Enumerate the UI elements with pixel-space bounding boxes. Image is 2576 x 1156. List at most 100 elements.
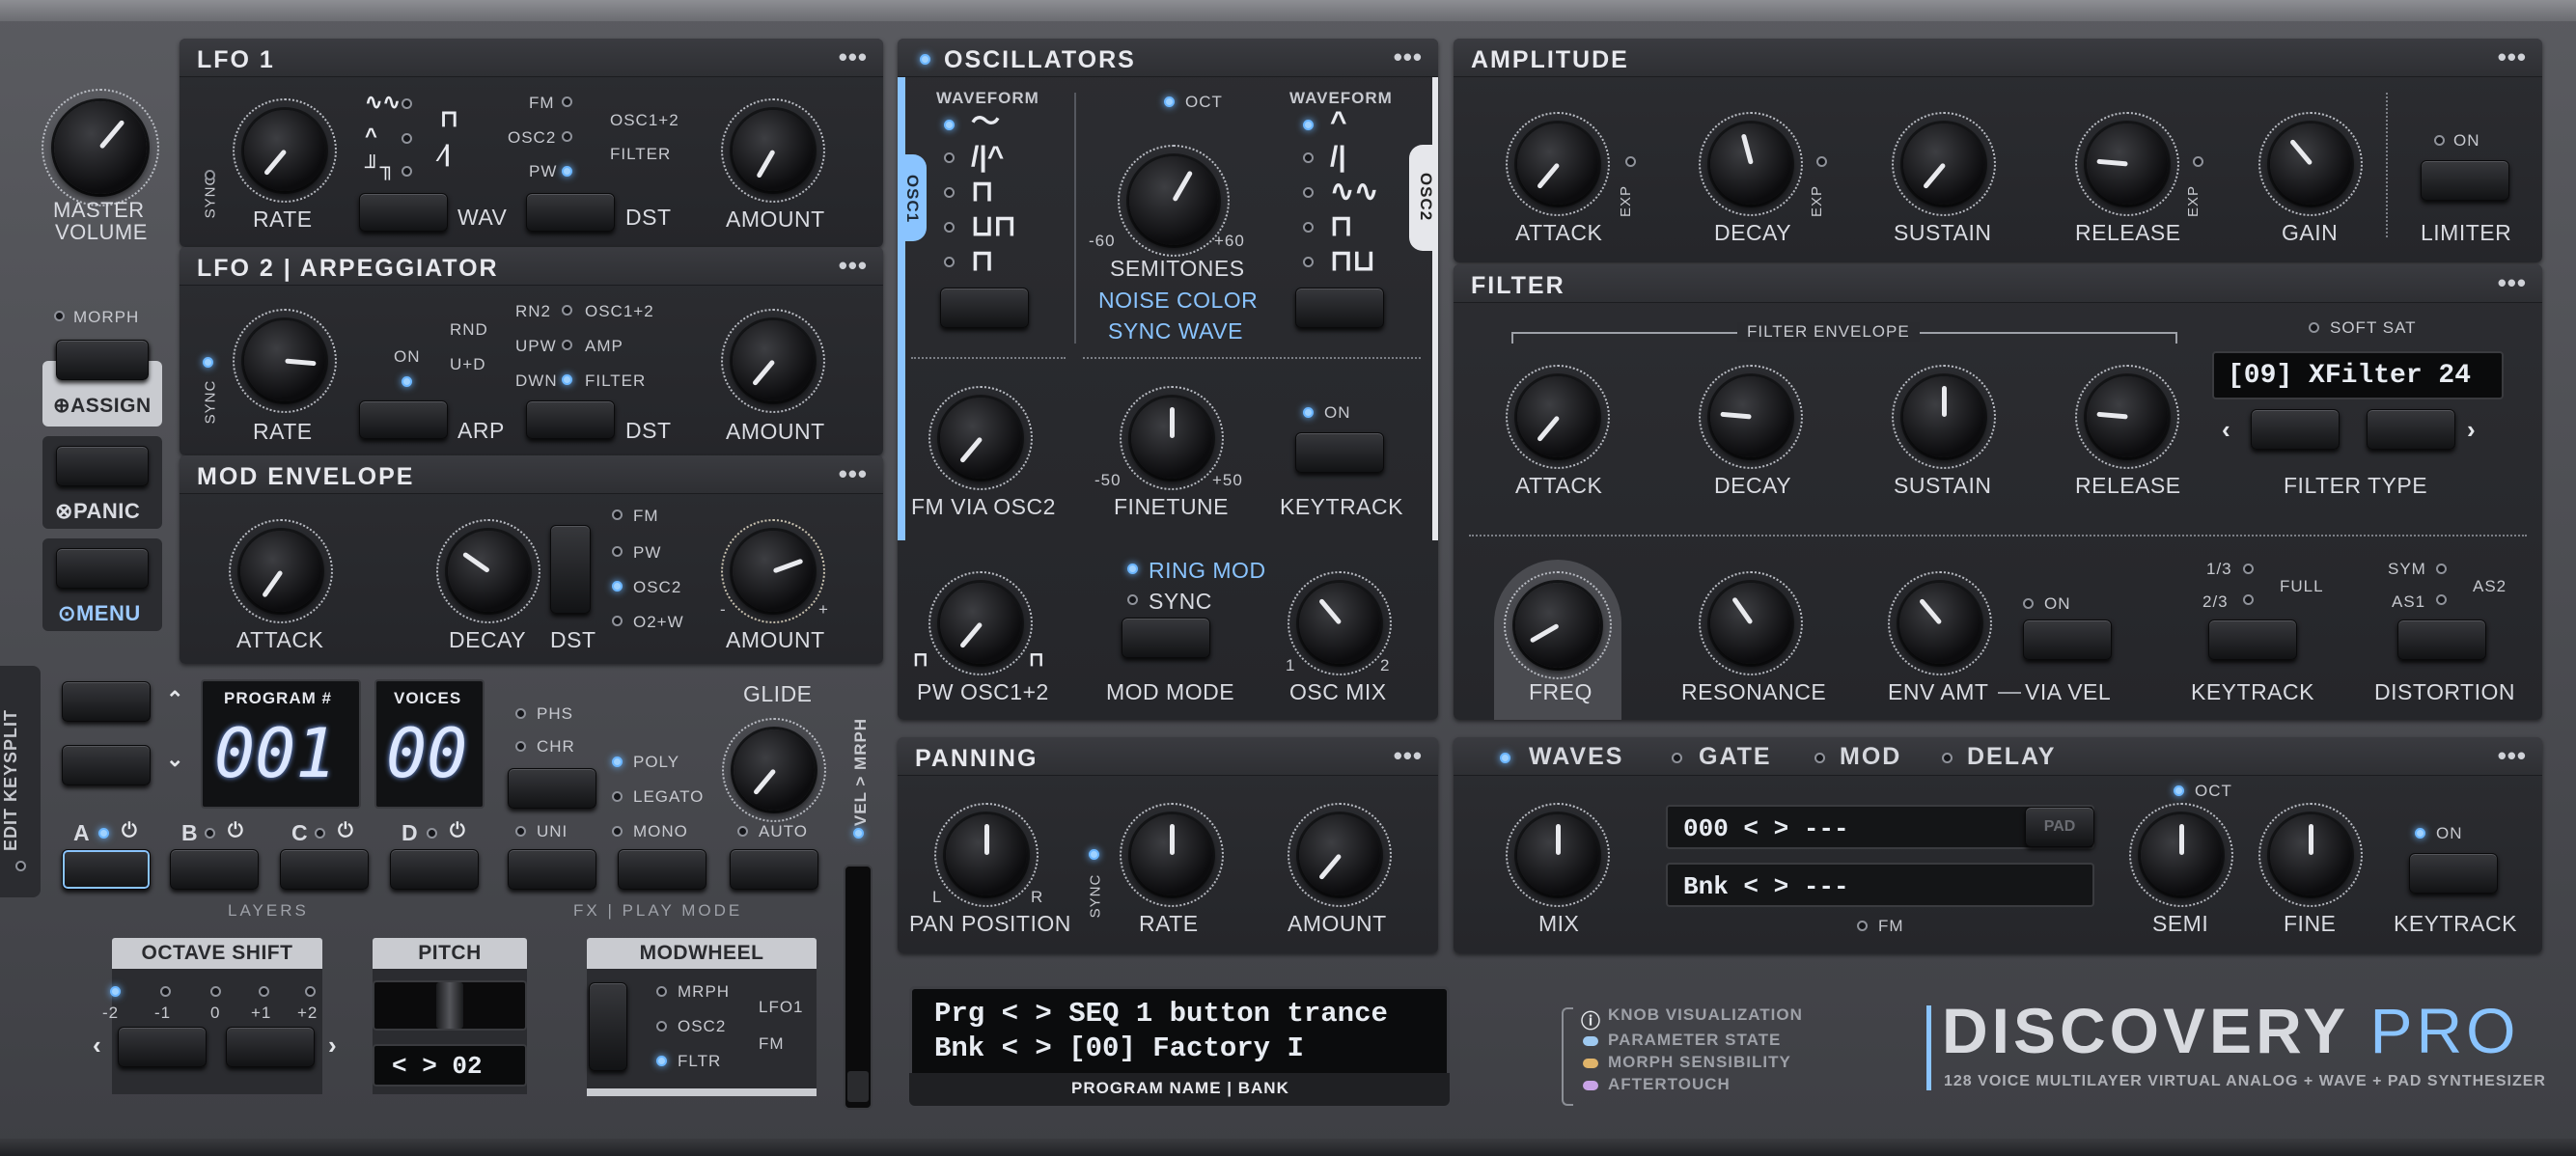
octave-up-button[interactable] bbox=[226, 1027, 315, 1067]
limiter-button[interactable] bbox=[2421, 160, 2509, 201]
assign-label[interactable]: ⊕ASSIGN bbox=[53, 394, 152, 418]
octave-down-button[interactable] bbox=[118, 1027, 207, 1067]
layer-d-power-icon[interactable]: ⏻ bbox=[450, 820, 465, 842]
glide-knob[interactable] bbox=[734, 729, 815, 811]
amplitude-menu-icon[interactable]: ••• bbox=[2498, 42, 2527, 72]
filter-prev-button[interactable] bbox=[2251, 409, 2340, 450]
layer-a-power-icon[interactable]: ⏻ bbox=[122, 820, 137, 842]
octave-down-icon[interactable]: ‹ bbox=[93, 1031, 101, 1060]
layer-b-power-icon[interactable]: ⏻ bbox=[228, 820, 243, 842]
lfo2-menu-icon[interactable]: ••• bbox=[839, 251, 868, 281]
play-mode-button[interactable] bbox=[618, 849, 706, 890]
waves-mix-knob[interactable] bbox=[1517, 814, 1598, 895]
osc-menu-icon[interactable]: ••• bbox=[1394, 42, 1423, 72]
program-up-icon[interactable]: ⌃ bbox=[166, 687, 183, 712]
modenv-amount-knob[interactable] bbox=[733, 531, 814, 612]
semi-knob[interactable] bbox=[2141, 814, 2222, 895]
modwheel-wheel[interactable] bbox=[589, 982, 627, 1071]
program-name-line[interactable]: Prg < > SEQ 1 button trance bbox=[934, 998, 1388, 1030]
fine-knob[interactable] bbox=[2270, 814, 2351, 895]
fenv-decay-knob[interactable] bbox=[1710, 376, 1791, 457]
layer-b-button[interactable] bbox=[170, 849, 259, 890]
modenv-attack-knob[interactable] bbox=[240, 531, 321, 612]
assign-button[interactable] bbox=[56, 340, 149, 380]
filter-prev-icon[interactable]: ‹ bbox=[2222, 415, 2230, 445]
amp-decay-knob[interactable] bbox=[1710, 124, 1791, 205]
modenv-osc2-label: OSC2 bbox=[633, 578, 682, 596]
tab-mod[interactable]: MOD bbox=[1840, 743, 1901, 771]
program-down-icon[interactable]: ⌄ bbox=[166, 747, 183, 772]
pitch-wheel-handle[interactable] bbox=[436, 982, 463, 1029]
tab-delay[interactable]: DELAY bbox=[1967, 743, 2056, 771]
bank-name-line[interactable]: Bnk < > [00] Factory I bbox=[934, 1032, 1304, 1064]
waves-menu-icon[interactable]: ••• bbox=[2498, 741, 2527, 771]
fenv-sustain-knob[interactable] bbox=[1903, 376, 1984, 457]
waves-keytrack-button[interactable] bbox=[2409, 853, 2498, 894]
lfo1-rate-knob[interactable] bbox=[244, 110, 325, 191]
pad-button[interactable]: PAD bbox=[2025, 807, 2094, 847]
osc1-waveform-button[interactable] bbox=[940, 288, 1029, 328]
lfo2-rate-knob[interactable] bbox=[244, 320, 325, 401]
panning-menu-icon[interactable]: ••• bbox=[1394, 741, 1423, 771]
env-amt-knob[interactable] bbox=[1899, 583, 1980, 664]
info-icon[interactable]: ⓘ bbox=[1581, 1005, 1600, 1033]
pw-osc-knob[interactable] bbox=[940, 583, 1021, 664]
lfo2-amount-knob[interactable] bbox=[733, 320, 814, 401]
program-down-button[interactable] bbox=[62, 745, 151, 785]
synth-ui: MASTER VOLUME MORPH ⊕ASSIGN ⊗PANIC ⊙MENU… bbox=[0, 0, 2576, 1156]
layer-c-power-icon[interactable]: ⏻ bbox=[338, 820, 353, 842]
modenv-menu-icon[interactable]: ••• bbox=[839, 459, 868, 489]
layer-d-button[interactable] bbox=[390, 849, 479, 890]
filter-menu-icon[interactable]: ••• bbox=[2498, 268, 2527, 298]
amp-attack-knob[interactable] bbox=[1517, 124, 1598, 205]
osc-power-led[interactable] bbox=[920, 54, 930, 65]
octave-up-icon[interactable]: › bbox=[328, 1031, 337, 1060]
vel-mrph-handle[interactable] bbox=[847, 1071, 869, 1102]
lfo2-dst-button[interactable] bbox=[526, 400, 615, 439]
osc2-waveform-button[interactable] bbox=[1295, 288, 1384, 328]
fenv-release-knob[interactable] bbox=[2087, 376, 2168, 457]
amp-gain-knob[interactable] bbox=[2270, 124, 2351, 205]
modenv-decay-knob[interactable] bbox=[448, 531, 529, 612]
distortion-button[interactable] bbox=[2397, 619, 2486, 660]
modenv-dst-button[interactable] bbox=[550, 525, 591, 614]
filter-next-button[interactable] bbox=[2367, 409, 2455, 450]
osc-keytrack-button[interactable] bbox=[1295, 432, 1384, 473]
layer-a-button[interactable] bbox=[62, 849, 151, 890]
resonance-knob[interactable] bbox=[1710, 583, 1791, 664]
lfo1-dst-button[interactable] bbox=[526, 193, 615, 232]
pan-amount-knob[interactable] bbox=[1299, 814, 1380, 895]
freq-knob[interactable] bbox=[1515, 583, 1600, 668]
auto-button[interactable] bbox=[730, 849, 818, 890]
pitch-range-display[interactable]: < > 02 bbox=[373, 1044, 527, 1087]
tab-gate[interactable]: GATE bbox=[1699, 743, 1772, 771]
osc-mix-knob[interactable] bbox=[1299, 583, 1380, 664]
pan-rate-knob[interactable] bbox=[1131, 814, 1212, 895]
oct-val-0: 0 bbox=[210, 1004, 221, 1022]
fx-button[interactable] bbox=[508, 768, 596, 809]
lfo2-arp-button[interactable] bbox=[359, 400, 448, 439]
panic-button[interactable] bbox=[56, 446, 149, 486]
bank-select-display[interactable]: Bnk < > --- bbox=[1666, 863, 2094, 907]
amp-release-knob[interactable] bbox=[2087, 124, 2168, 205]
tab-waves[interactable]: WAVES bbox=[1529, 743, 1623, 771]
lfo1-dst-label: DST bbox=[625, 205, 672, 230]
fenv-attack-knob[interactable] bbox=[1517, 376, 1598, 457]
finetune-knob[interactable] bbox=[1131, 398, 1212, 479]
master-volume-knob[interactable] bbox=[54, 101, 147, 194]
program-up-button[interactable] bbox=[62, 681, 151, 722]
mod-mode-button[interactable] bbox=[1122, 618, 1210, 658]
lfo1-menu-icon[interactable]: ••• bbox=[839, 42, 868, 72]
uni-button[interactable] bbox=[508, 849, 596, 890]
menu-button[interactable] bbox=[56, 548, 149, 589]
pan-position-knob[interactable] bbox=[946, 814, 1027, 895]
osc-semitones-knob[interactable] bbox=[1129, 156, 1218, 245]
fm-via-osc2-knob[interactable] bbox=[940, 398, 1021, 479]
via-vel-button[interactable] bbox=[2023, 619, 2112, 660]
amp-sustain-knob[interactable] bbox=[1903, 124, 1984, 205]
lfo1-wav-button[interactable] bbox=[359, 193, 448, 232]
layer-c-button[interactable] bbox=[280, 849, 369, 890]
filter-next-icon[interactable]: › bbox=[2467, 415, 2476, 445]
filter-keytrack-button[interactable] bbox=[2208, 619, 2297, 660]
lfo1-amount-knob[interactable] bbox=[733, 110, 814, 191]
